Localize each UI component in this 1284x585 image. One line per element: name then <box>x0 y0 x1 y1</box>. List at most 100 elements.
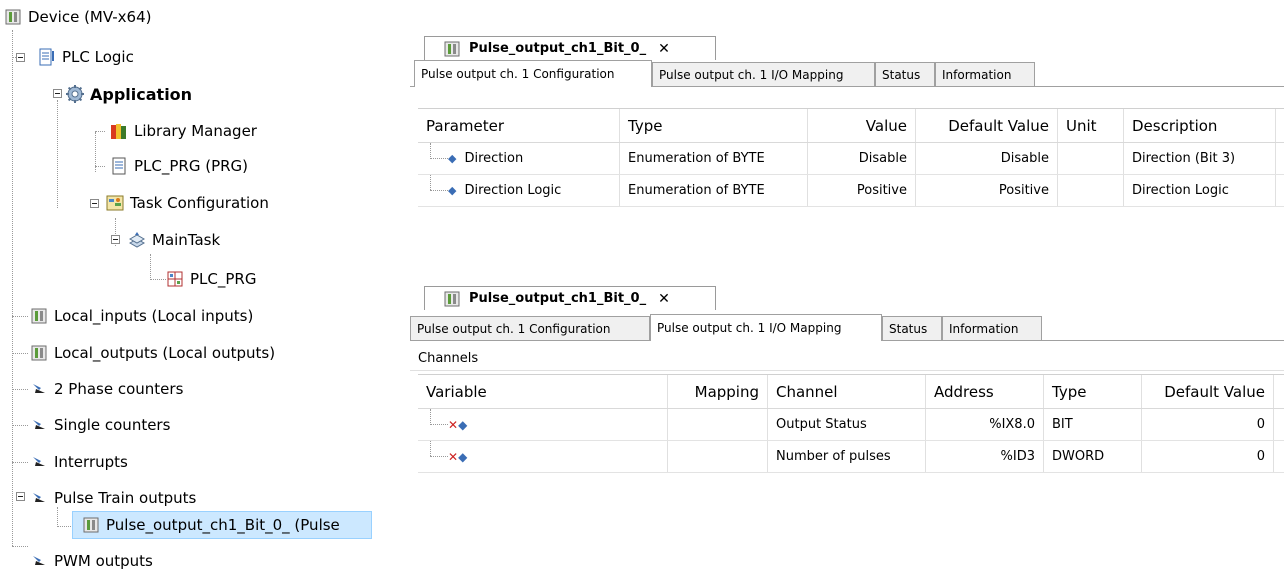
tab-io-mapping[interactable]: Pulse output ch. 1 I/O Mapping <box>652 62 875 86</box>
device-icon <box>443 290 460 307</box>
column-header-address[interactable]: Address <box>926 375 1044 408</box>
document-tab[interactable]: Pulse_output_ch1_Bit_0_ ✕ <box>424 286 716 310</box>
tree-line <box>430 441 431 456</box>
tree-line <box>12 353 28 354</box>
tree-item-plc-logic[interactable]: PLC Logic <box>38 44 134 70</box>
tree-line <box>430 175 431 190</box>
io-mapping-arrow-icon: ✕◆ <box>448 449 468 464</box>
column-header-unit[interactable]: Unit <box>1058 109 1124 142</box>
table-row[interactable]: ✕◆ Output Status %IX8.0 BIT 0 <box>418 409 1284 441</box>
column-header-value[interactable]: Value <box>808 109 916 142</box>
tree-item-label: Local_inputs (Local inputs) <box>54 307 254 325</box>
tree-line <box>57 526 73 527</box>
tab-information[interactable]: Information <box>942 316 1042 340</box>
pou-document-icon <box>110 157 128 175</box>
tree-item-application[interactable]: Application <box>66 81 192 107</box>
address-cell: %IX8.0 <box>926 409 1044 440</box>
task-icon <box>128 231 146 249</box>
tree-item-label: PLC_PRG <box>190 270 257 288</box>
parameter-diamond-icon: ◆ <box>448 152 457 165</box>
tree-line <box>95 131 105 132</box>
device-icon <box>443 40 460 57</box>
document-tab[interactable]: Pulse_output_ch1_Bit_0_ ✕ <box>424 36 716 60</box>
unit-cell <box>1058 143 1124 174</box>
tree-item-phase-counters[interactable]: 2 Phase counters <box>30 376 183 402</box>
collapse-button[interactable] <box>53 89 62 98</box>
tree-line <box>12 30 13 546</box>
tree-line <box>12 389 28 390</box>
collapse-button[interactable] <box>111 235 120 244</box>
mapping-table: Variable Mapping Channel Address Type De… <box>418 374 1284 475</box>
tree-item-label: PLC Logic <box>62 48 134 66</box>
tree-line <box>430 143 431 159</box>
tree-item-label: MainTask <box>152 231 221 249</box>
tree-item-label: Application <box>90 84 193 104</box>
tree-item-interrupts[interactable]: Interrupts <box>30 449 128 475</box>
column-header-channel[interactable]: Channel <box>768 375 926 408</box>
tab-information[interactable]: Information <box>935 62 1035 86</box>
column-header-variable[interactable]: Variable <box>418 375 668 408</box>
io-module-icon <box>82 516 100 534</box>
device-tree: Device (MV-x64) PLC Logic Application Li… <box>0 0 400 585</box>
column-header-default-value[interactable]: Default Value <box>1142 375 1274 408</box>
column-header-mapping[interactable]: Mapping <box>668 375 768 408</box>
column-header-type[interactable]: Type <box>620 109 808 142</box>
column-header-description[interactable]: Description <box>1124 109 1276 142</box>
tree-item-single-counters[interactable]: Single counters <box>30 412 170 438</box>
tab-configuration[interactable]: Pulse output ch. 1 Configuration <box>414 60 652 87</box>
parameter-name: Direction Logic <box>464 183 562 198</box>
configuration-editor: Pulse_output_ch1_Bit_0_ ✕ Pulse output c… <box>410 36 1284 216</box>
table-row[interactable]: ◆ Direction Enumeration of BYTE Disable … <box>418 143 1284 175</box>
column-header-parameter[interactable]: Parameter <box>418 109 620 142</box>
tree-item-label: Local_outputs (Local outputs) <box>54 344 276 362</box>
table-row[interactable]: ✕◆ Number of pulses %ID3 DWORD 0 <box>418 441 1284 473</box>
close-icon[interactable]: ✕ <box>658 41 670 57</box>
value-cell[interactable]: Disable <box>808 143 916 174</box>
tree-item-main-task-plc-prg[interactable]: PLC_PRG <box>166 266 256 292</box>
collapse-button[interactable] <box>90 199 99 208</box>
default-value-cell: 0 <box>1142 409 1274 440</box>
collapse-button[interactable] <box>16 492 25 501</box>
tree-item-pwm-outputs[interactable]: PWM outputs <box>30 548 153 574</box>
parameter-cell: ◆ Direction <box>418 143 620 174</box>
document-tab-title: Pulse_output_ch1_Bit_0_ <box>469 291 647 306</box>
tree-item-device[interactable]: Device (MV-x64) <box>4 4 151 30</box>
tree-item-pulse-output-ch1[interactable]: Pulse_output_ch1_Bit_0_ (Pulse <box>82 512 372 538</box>
channel-cell: Output Status <box>768 409 926 440</box>
tree-line <box>57 100 58 208</box>
column-header-type[interactable]: Type <box>1044 375 1142 408</box>
column-header-default-value[interactable]: Default Value <box>916 109 1058 142</box>
tree-item-pulse-train-outputs[interactable]: Pulse Train outputs <box>30 485 196 511</box>
tree-item-label: Task Configuration <box>130 194 269 212</box>
tree-item-label: 2 Phase counters <box>54 380 184 398</box>
tree-item-local-outputs[interactable]: Local_outputs (Local outputs) <box>30 340 275 366</box>
channel-cell: Number of pulses <box>768 441 926 472</box>
tree-item-label: PLC_PRG (PRG) <box>134 157 249 175</box>
tree-line <box>430 409 431 425</box>
parameter-table: Parameter Type Value Default Value Unit … <box>418 108 1284 209</box>
tab-configuration[interactable]: Pulse output ch. 1 Configuration <box>410 316 650 340</box>
table-row[interactable]: ◆ Direction Logic Enumeration of BYTE Po… <box>418 175 1284 207</box>
tree-item-plc-prg[interactable]: PLC_PRG (PRG) <box>110 153 248 179</box>
tab-io-mapping[interactable]: Pulse output ch. 1 I/O Mapping <box>650 314 882 341</box>
tree-item-task-configuration[interactable]: Task Configuration <box>106 190 269 216</box>
collapse-button[interactable] <box>16 53 25 62</box>
editor-tabstrip: Pulse output ch. 1 Configuration Pulse o… <box>410 60 1284 87</box>
tree-line <box>430 190 448 191</box>
tree-item-library-manager[interactable]: Library Manager <box>110 118 257 144</box>
variable-cell[interactable]: ✕◆ <box>418 441 668 472</box>
io-mapping-arrow-icon: ✕◆ <box>448 417 468 432</box>
table-header: Parameter Type Value Default Value Unit … <box>418 109 1284 143</box>
tree-item-main-task[interactable]: MainTask <box>128 227 220 253</box>
tab-status[interactable]: Status <box>882 316 942 340</box>
parameter-cell: ◆ Direction Logic <box>418 175 620 206</box>
variable-cell[interactable]: ✕◆ <box>418 409 668 440</box>
tree-item-local-inputs[interactable]: Local_inputs (Local inputs) <box>30 303 253 329</box>
close-icon[interactable]: ✕ <box>658 291 670 307</box>
table-header: Variable Mapping Channel Address Type De… <box>418 375 1284 409</box>
tab-status[interactable]: Status <box>875 62 935 86</box>
value-cell[interactable]: Positive <box>808 175 916 206</box>
task-configuration-icon <box>106 194 124 212</box>
tree-line <box>12 546 28 547</box>
pou-call-icon <box>166 270 184 288</box>
